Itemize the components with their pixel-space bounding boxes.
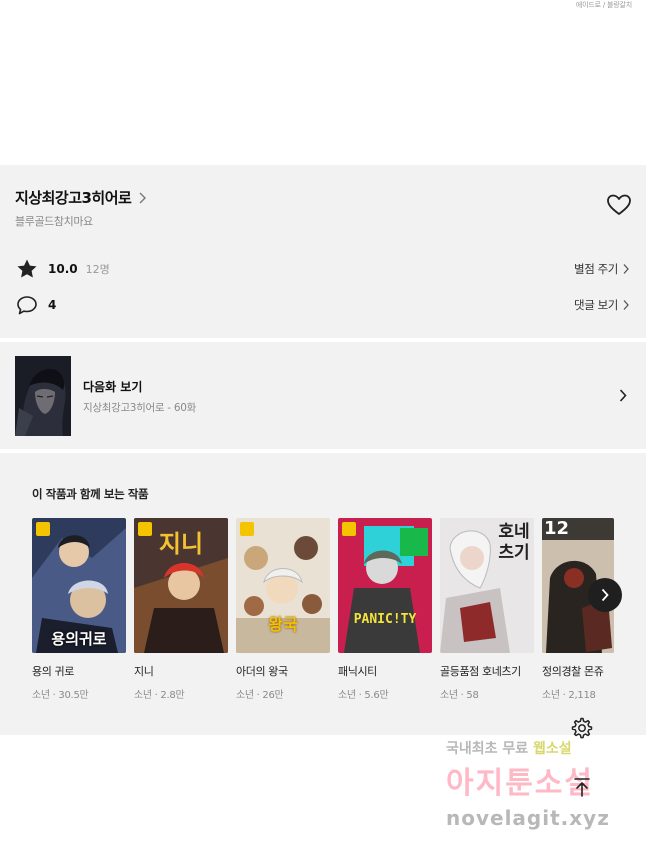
recommendation-item[interactable]: 왕국 아더의 왕국 소년 · 26만 xyxy=(236,518,330,701)
recommendation-meta: 소년 · 30.5만 xyxy=(32,690,89,701)
work-title-link[interactable]: 지상최강고3히어로 xyxy=(15,187,147,208)
recommendation-name: 지니 xyxy=(134,665,154,678)
watermark-line-1-highlight: 웹소설 xyxy=(533,741,572,757)
recommendation-name: 용의 귀로 xyxy=(32,665,74,678)
chevron-right-icon xyxy=(623,300,629,310)
cover-title-text: 용의귀로 xyxy=(51,630,107,648)
comments-button[interactable]: 댓글 보기 xyxy=(574,297,630,313)
recommendation-item[interactable]: 호네츠기 골등품점 호네츠기 소년 · 58 xyxy=(440,518,534,701)
next-episode-button[interactable]: 다음화 보기 지상최강고3히어로 - 60화 xyxy=(0,342,646,449)
gear-icon xyxy=(571,717,593,739)
chevron-right-icon xyxy=(623,264,629,274)
cover-image: PANIC!TY xyxy=(338,518,432,653)
recommendation-meta: 소년 · 5.6만 xyxy=(338,690,389,701)
recommendation-item[interactable]: 지니 지니 소년 · 2.8만 xyxy=(134,518,228,701)
cover-image: 지니 xyxy=(134,518,228,653)
recommendation-section: 이 작품과 함께 보는 작품 용의귀로 용의 귀로 소년 · 30.5만 지니 … xyxy=(0,453,646,735)
heart-icon[interactable] xyxy=(606,193,632,217)
chevron-right-icon xyxy=(601,588,609,602)
recommendation-meta: 소년 · 26만 xyxy=(236,690,284,701)
chevron-right-icon xyxy=(139,192,147,203)
cover-image: 호네츠기 xyxy=(440,518,534,653)
comment-icon xyxy=(17,296,37,315)
recommendation-name: 골등품점 호네츠기 xyxy=(440,665,521,678)
cover-title-text: 호네츠기 xyxy=(498,522,530,563)
next-episode-thumbnail xyxy=(15,356,71,436)
star-icon xyxy=(17,259,37,278)
recommendation-meta: 소년 · 2,118 xyxy=(542,690,596,701)
cover-title-text: PANIC!TY xyxy=(353,612,417,627)
recommendation-item[interactable]: 12 정의경찰 몬쥬 소년 · 2,118 xyxy=(542,518,636,701)
rating-value: 10.0 xyxy=(48,262,78,276)
cover-title-text: 12 xyxy=(544,518,570,539)
comment-row: 4 댓글 보기 xyxy=(16,293,630,317)
top-credit: 에이드로 / 블랑갈치 xyxy=(575,1,632,9)
recommendation-name: 아더의 왕국 xyxy=(236,665,288,678)
chevron-right-icon xyxy=(619,389,627,402)
rate-button[interactable]: 별점 주기 xyxy=(574,261,630,277)
watermark-line-1: 국내최초 무료 웹소설 xyxy=(446,738,572,758)
carousel-next-button[interactable] xyxy=(588,578,622,612)
cover-title-text: 왕국 xyxy=(268,615,298,634)
cover-image: 용의귀로 xyxy=(32,518,126,653)
rating-row: 10.0 12명 별점 주기 xyxy=(16,257,630,281)
recommendation-name: 정의경찰 몬쥬 xyxy=(542,665,604,678)
watermark-line-1-text: 국내최초 무료 xyxy=(446,741,534,757)
ad-blank-area: 에이드로 / 블랑갈치 xyxy=(0,0,646,165)
next-episode-subtitle: 지상최강고3히어로 - 60화 xyxy=(83,402,196,414)
recommendation-list: 용의귀로 용의 귀로 소년 · 30.5만 지니 지니 소년 · 2.8만 왕국… xyxy=(32,518,646,728)
work-author: 블루골드참치마요 xyxy=(15,215,93,228)
recommendation-meta: 소년 · 2.8만 xyxy=(134,690,185,701)
clock-badge-icon xyxy=(342,522,356,536)
next-episode-label: 다음화 보기 xyxy=(83,380,143,394)
comment-count: 4 xyxy=(48,298,57,312)
recommendation-meta: 소년 · 58 xyxy=(440,690,479,701)
rating-count: 12명 xyxy=(85,263,110,276)
recommendation-item[interactable]: 용의귀로 용의 귀로 소년 · 30.5만 xyxy=(32,518,126,701)
cover-title-text: 지니 xyxy=(158,530,204,558)
watermark-line-3: novelagit.xyz xyxy=(446,806,610,830)
scroll-top-button[interactable] xyxy=(563,770,601,804)
recommendation-item[interactable]: PANIC!TY 패닉시티 소년 · 5.6만 xyxy=(338,518,432,701)
clock-badge-icon xyxy=(36,522,50,536)
work-info-card: 지상최강고3히어로 블루골드참치마요 10.0 12명 별점 주기 4 댓글 보… xyxy=(0,165,646,338)
comments-button-label: 댓글 보기 xyxy=(574,298,618,312)
work-title: 지상최강고3히어로 xyxy=(15,189,132,207)
cover-image: 왕국 xyxy=(236,518,330,653)
clock-badge-icon xyxy=(240,522,254,536)
recommendation-name: 패닉시티 xyxy=(338,665,377,678)
rate-button-label: 별점 주기 xyxy=(574,262,618,276)
arrow-up-icon xyxy=(574,778,590,797)
recommendation-title: 이 작품과 함께 보는 작품 xyxy=(32,487,149,501)
